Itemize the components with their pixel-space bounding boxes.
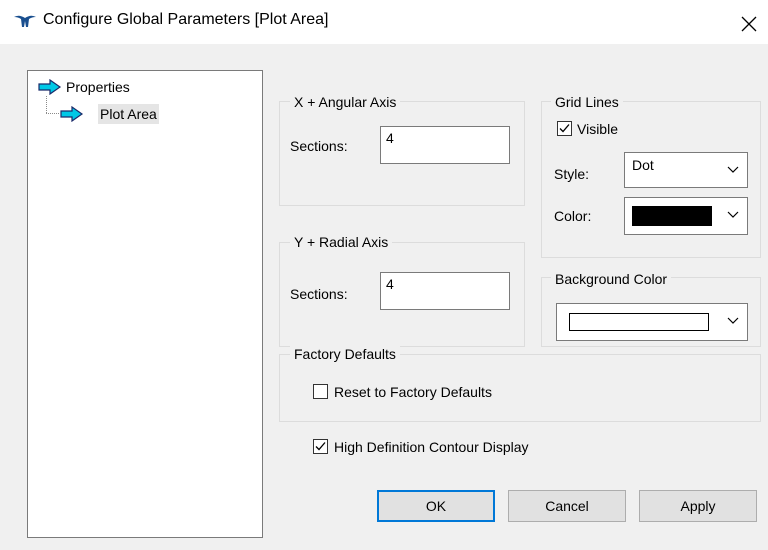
close-button[interactable] — [730, 10, 768, 36]
background-color-group-label: Background Color — [551, 271, 672, 287]
hd-contour-label: High Definition Contour Display — [334, 439, 529, 455]
arrow-right-icon — [60, 106, 84, 122]
background-color-swatch — [569, 313, 709, 331]
background-color-select[interactable] — [556, 303, 748, 341]
configure-dialog: Configure Global Parameters [Plot Area] … — [0, 0, 768, 550]
cancel-button[interactable]: Cancel — [508, 490, 626, 522]
y-axis-group-label: Y + Radial Axis — [290, 234, 393, 250]
grid-style-value: Dot — [632, 157, 654, 173]
tree-label-properties: Properties — [66, 79, 130, 95]
properties-tree[interactable]: Properties — [27, 70, 263, 538]
grid-style-label: Style: — [554, 166, 590, 182]
tree-label-plot-area: Plot Area — [98, 104, 159, 124]
reset-factory-checkbox[interactable] — [313, 384, 328, 399]
grid-color-swatch — [632, 206, 712, 226]
factory-defaults-group-label: Factory Defaults — [290, 346, 400, 362]
grid-lines-group-label: Grid Lines — [551, 94, 623, 110]
window-title: Configure Global Parameters [Plot Area] — [43, 11, 329, 28]
grid-color-select[interactable] — [624, 197, 748, 235]
chevron-down-icon — [727, 211, 739, 218]
tree-connector — [46, 113, 59, 114]
grid-style-select[interactable]: Dot — [624, 152, 748, 188]
apply-button[interactable]: Apply — [639, 490, 757, 522]
hd-contour-checkbox[interactable] — [313, 439, 328, 454]
tree-connector — [46, 96, 47, 113]
grid-color-label: Color: — [554, 208, 592, 224]
app-logo-icon — [14, 15, 36, 27]
arrow-right-icon — [38, 79, 62, 95]
y-sections-label: Sections: — [290, 286, 348, 302]
x-sections-label: Sections: — [290, 138, 348, 154]
reset-factory-label: Reset to Factory Defaults — [334, 384, 492, 400]
chevron-down-icon — [727, 317, 739, 324]
checkmark-icon — [315, 442, 326, 451]
x-sections-input[interactable]: 4 — [380, 126, 510, 164]
grid-visible-label: Visible — [577, 121, 618, 137]
x-axis-group-label: X + Angular Axis — [290, 94, 401, 110]
checkmark-icon — [559, 124, 570, 133]
ok-button[interactable]: OK — [377, 490, 495, 522]
chevron-down-icon — [727, 166, 739, 173]
y-sections-input[interactable]: 4 — [380, 272, 510, 310]
grid-visible-checkbox[interactable] — [557, 121, 572, 136]
title-bar: Configure Global Parameters [Plot Area] — [0, 0, 768, 44]
close-icon — [741, 16, 757, 32]
